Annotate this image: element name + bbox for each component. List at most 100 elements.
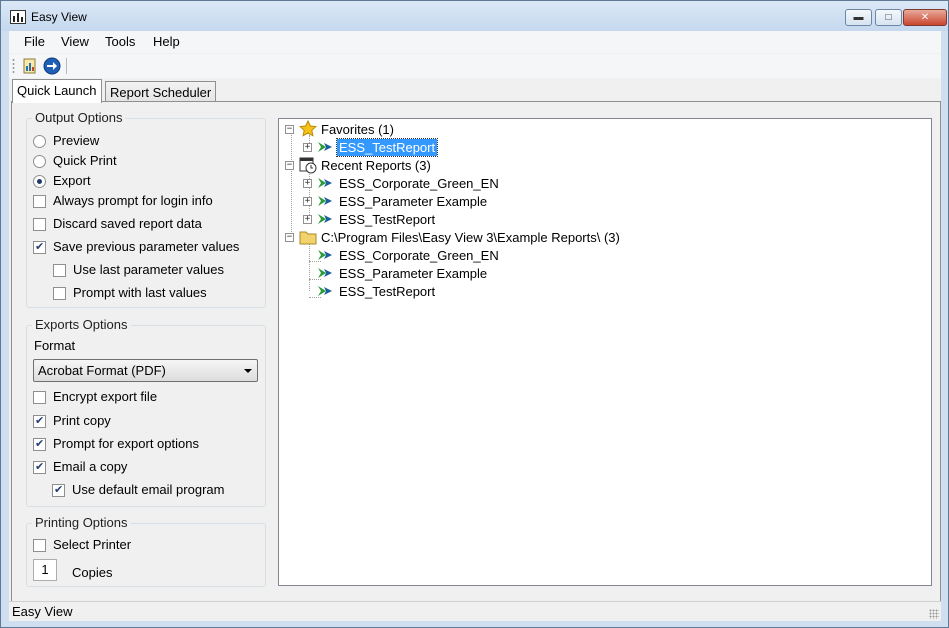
status-bar: Easy View [9,601,941,621]
prompt-export-options-checkbox[interactable] [33,437,46,451]
minimize-button[interactable]: ▬ [845,9,872,26]
app-window: Easy View ▬ □ ✕ File View Tools Help Qui… [0,0,949,628]
menu-bar: File View Tools Help [9,31,941,53]
format-label: Format [34,338,76,353]
output-options-group: Output Options Preview Quick Print Expor… [26,110,266,308]
copies-input[interactable]: 1 [33,559,57,581]
toolbar-separator [66,58,67,74]
client-area: File View Tools Help Quick Launch Report… [9,31,941,621]
tree-node-report[interactable]: ESS_TestReport [318,283,541,301]
printing-options-group: Printing Options Select Printer 1 Copies [26,515,266,587]
tree-node-report[interactable]: + ESS_Parameter Example [303,193,523,211]
status-text: Easy View [12,604,73,619]
report-icon[interactable] [21,57,39,75]
exports-options-group: Exports Options Format Acrobat Format (P… [26,317,266,507]
tree-node-folder-label: C:\Program Files\Easy View 3\Example Rep… [321,230,620,245]
tree-node-label: ESS_Parameter Example [339,194,488,209]
menu-help[interactable]: Help [153,34,180,49]
prompt-last-values-label: Prompt with last values [73,285,207,300]
tree-node-favorites[interactable]: − Favorites (1) [285,119,485,141]
tree-node-label: ESS_Corporate_Green_EN [339,176,499,191]
quick-launch-page: Output Options Preview Quick Print Expor… [11,101,941,609]
collapse-icon[interactable]: − [285,125,294,134]
close-button[interactable]: ✕ [903,9,947,26]
report-arrow-icon [317,175,333,194]
printing-options-title: Printing Options [32,515,131,530]
use-last-params-label: Use last parameter values [73,262,225,277]
collapse-icon[interactable]: − [285,233,294,242]
clock-calendar-icon [299,156,317,177]
quick-print-radio[interactable] [33,155,46,168]
use-last-params-checkbox[interactable] [53,264,66,277]
tree-node-recent-label: Recent Reports (3) [321,158,431,173]
tree-node-report[interactable]: + ESS_TestReport [303,211,523,229]
exports-options-title: Exports Options [32,317,131,332]
save-params-label: Save previous parameter values [53,239,240,254]
expand-icon[interactable]: + [303,143,312,152]
tree-node-label: ESS_Corporate_Green_EN [339,248,499,263]
tab-report-scheduler[interactable]: Report Scheduler [105,81,217,103]
export-radio[interactable] [33,175,46,188]
preview-radio[interactable] [33,135,46,148]
report-arrow-icon [317,265,333,284]
report-arrow-icon [317,211,333,230]
output-options-title: Output Options [32,110,126,125]
app-chart-icon [10,10,26,24]
resize-grip-icon[interactable] [929,609,939,619]
email-copy-checkbox[interactable] [33,460,46,474]
quick-print-label: Quick Print [53,153,117,168]
report-arrow-icon [317,283,333,302]
tree-node-label: ESS_Parameter Example [339,266,488,281]
menu-view[interactable]: View [61,34,89,49]
tree-connector [309,243,310,291]
discard-saved-data-checkbox[interactable] [33,218,46,231]
expand-icon[interactable]: + [303,215,312,224]
tree-node-report[interactable]: ESS_Parameter Example [318,265,541,283]
expand-icon[interactable]: + [303,179,312,188]
tree-node-report[interactable]: + ESS_TestReport [303,138,503,158]
report-tree[interactable]: − Favorites (1) + ESS_TestReport − Recen… [278,118,932,586]
toolbar [9,54,941,78]
print-copy-label: Print copy [53,413,111,428]
copies-label: Copies [72,565,113,580]
menu-tools[interactable]: Tools [105,34,135,49]
tree-connector [291,133,292,242]
default-email-label: Use default email program [72,482,225,497]
tree-node-report[interactable]: ESS_Corporate_Green_EN [318,247,541,265]
save-params-checkbox[interactable] [33,240,46,254]
encrypt-export-checkbox[interactable] [33,391,46,404]
toolbar-grip[interactable] [12,58,15,74]
tree-node-recent-reports[interactable]: − Recent Reports (3) [285,157,505,175]
export-label: Export [53,173,91,188]
star-icon [299,119,317,141]
format-dropdown[interactable]: Acrobat Format (PDF) [33,359,258,382]
preview-label: Preview [53,133,100,148]
menu-file[interactable]: File [24,34,45,49]
email-copy-label: Email a copy [53,459,128,474]
tree-node-label: ESS_TestReport [339,212,436,227]
select-printer-checkbox[interactable] [33,539,46,552]
report-arrow-icon [317,193,333,212]
tab-quick-launch[interactable]: Quick Launch [12,79,102,103]
tree-node-label-selected: ESS_TestReport [335,138,439,157]
report-arrow-icon [317,139,333,158]
go-icon[interactable] [43,57,61,75]
prompt-export-options-label: Prompt for export options [53,436,199,451]
print-copy-checkbox[interactable] [33,414,46,428]
tree-node-label: ESS_TestReport [339,284,436,299]
tree-node-folder[interactable]: − C:\Program Files\Easy View 3\Example R… [285,229,685,247]
title-bar[interactable]: Easy View ▬ □ ✕ [1,1,948,31]
always-prompt-login-label: Always prompt for login info [53,193,213,208]
folder-icon [299,228,317,249]
expand-icon[interactable]: + [303,197,312,206]
tree-node-report[interactable]: + ESS_Corporate_Green_EN [303,175,523,193]
report-arrow-icon [317,247,333,266]
window-title: Easy View [31,10,87,24]
always-prompt-login-checkbox[interactable] [33,195,46,208]
maximize-button[interactable]: □ [875,9,902,26]
default-email-checkbox[interactable] [52,483,65,497]
chevron-down-icon [244,369,252,373]
prompt-last-values-checkbox[interactable] [53,287,66,300]
discard-saved-data-label: Discard saved report data [53,216,202,231]
collapse-icon[interactable]: − [285,161,294,170]
